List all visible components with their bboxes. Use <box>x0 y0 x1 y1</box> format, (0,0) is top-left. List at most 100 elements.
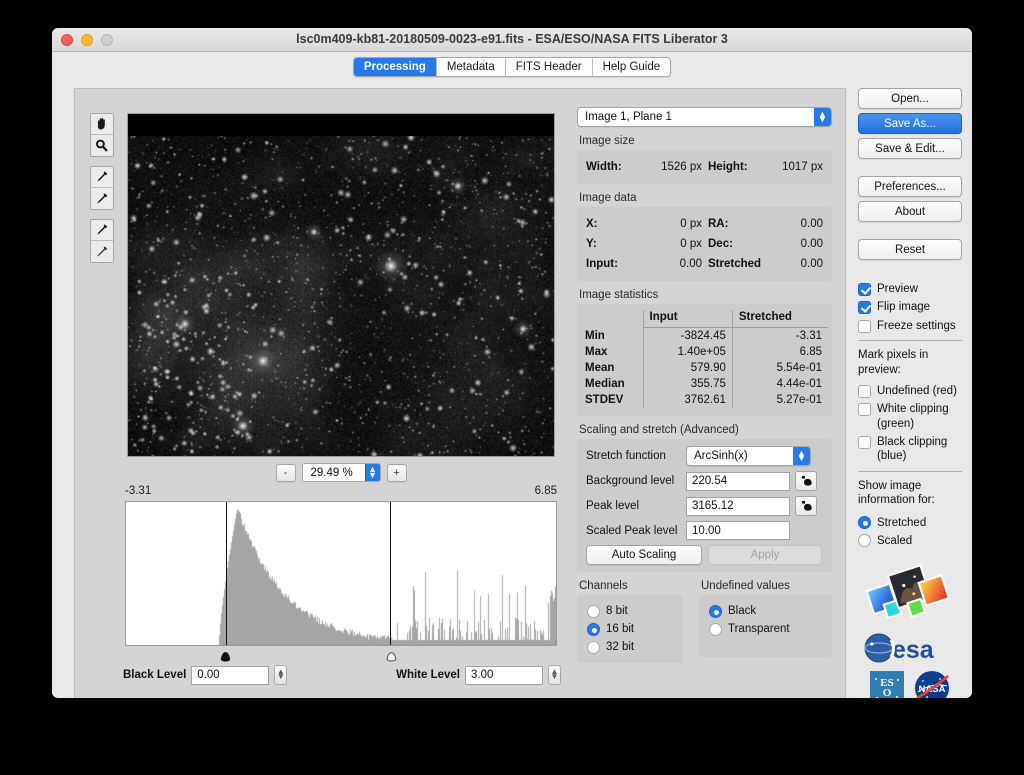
background-level-row: Background level 220.54 <box>586 471 823 491</box>
image-plane-selector[interactable]: Image 1, Plane 1 ▲ ▼ <box>577 107 832 127</box>
black-level-input[interactable]: 0.00 <box>191 665 270 685</box>
white-level-picker-tool-button[interactable] <box>91 241 113 262</box>
image-size-group: Width: 1526 px Height: 1017 px <box>577 150 832 184</box>
zoom-stepper[interactable]: ▲ ▼ <box>364 464 380 481</box>
white-level-marker[interactable] <box>390 502 392 645</box>
undefined-option-transparent[interactable]: Transparent <box>709 620 822 638</box>
channel-option-16bit[interactable]: 16 bit <box>587 620 673 638</box>
preview-checkbox-row[interactable]: Preview <box>858 282 962 296</box>
channel-option-32bit[interactable]: 32 bit <box>587 638 673 656</box>
reset-button[interactable]: Reset <box>858 239 962 260</box>
peak-level-input[interactable]: 3165.12 <box>686 496 790 516</box>
undefined-red-checkbox-row[interactable]: Undefined (red) <box>858 384 962 398</box>
black-level-stepper[interactable]: ▲ ▼ <box>274 665 288 685</box>
dec-label: Dec: <box>708 238 733 250</box>
stat-input-median: 355.75 <box>642 376 733 392</box>
scaling-buttons-row: Auto Scaling Apply <box>586 545 823 565</box>
black-level-handle[interactable] <box>219 649 232 662</box>
x-label: X: <box>586 218 598 230</box>
peak-picker-tool-button[interactable] <box>91 188 113 209</box>
save-as-button[interactable]: Save As... <box>858 113 962 134</box>
desktop-background: lsc0m409-kb81-20180509-0023-e91.fits - E… <box>0 0 1024 775</box>
show-info-stretched-row[interactable]: Stretched <box>858 514 962 532</box>
stretch-function-row: Stretch function ArcSinh(x) ▲ ▼ <box>586 446 823 466</box>
freeze-settings-checkbox-row[interactable]: Freeze settings <box>858 319 962 333</box>
tab-fits-header[interactable]: FITS Header <box>505 58 593 76</box>
peak-level-picker-button[interactable] <box>795 496 817 516</box>
histogram[interactable] <box>125 501 557 646</box>
window-title: lsc0m409-kb81-20180509-0023-e91.fits - E… <box>296 32 728 46</box>
stat-name-min: Min <box>585 329 605 342</box>
svg-text:esa: esa <box>892 636 935 663</box>
eyedropper-icon <box>97 171 108 182</box>
stat-stretched-mean: 5.54e-01 <box>731 360 828 376</box>
background-level-label: Background level <box>586 475 675 487</box>
save-and-edit-button[interactable]: Save & Edit... <box>858 138 962 159</box>
checkbox-icon <box>858 301 871 315</box>
black-level-marker[interactable] <box>225 502 227 645</box>
table-row: Mean 579.90 5.54e-01 <box>581 360 828 376</box>
channel-label-32bit: 32 bit <box>606 641 635 653</box>
background-level-input[interactable]: 220.54 <box>686 471 790 491</box>
chevron-updown-icon: ▲ ▼ <box>793 447 810 465</box>
eyedropper-icon <box>97 224 108 235</box>
undefined-option-black[interactable]: Black <box>709 602 822 620</box>
stat-input-min: -3824.45 <box>642 327 733 344</box>
nasa-logo: NASA <box>915 670 949 698</box>
zoom-field[interactable]: 29.49 % ▲ ▼ <box>301 463 381 482</box>
channel-option-8bit[interactable]: 8 bit <box>587 602 673 620</box>
hand-tool-button[interactable] <box>91 114 113 135</box>
channel-label-8bit: 8 bit <box>606 605 628 617</box>
undefined-red-label: Undefined (red) <box>877 384 957 397</box>
white-clipping-checkbox-row[interactable]: White clipping (green) <box>858 402 962 431</box>
background-level-picker-button[interactable] <box>795 471 817 491</box>
application-window: lsc0m409-kb81-20180509-0023-e91.fits - E… <box>52 28 972 698</box>
peak-level-label: Peak level <box>586 500 640 512</box>
tab-processing[interactable]: Processing <box>353 58 437 76</box>
image-black-border <box>128 114 554 136</box>
scaled-peak-level-input[interactable]: 10.00 <box>686 521 790 540</box>
eyedropper-icon <box>801 476 812 486</box>
zoom-tool-button[interactable] <box>91 135 113 156</box>
zoom-in-button[interactable]: + <box>386 463 407 482</box>
open-button[interactable]: Open... <box>858 88 962 109</box>
show-info-scaled-row[interactable]: Scaled <box>858 532 962 550</box>
image-data-row: Y: 0 px Dec: 0.00 <box>586 234 823 254</box>
image-statistics-title: Image statistics <box>579 289 659 301</box>
stretched-label: Stretched <box>708 258 762 270</box>
radio-icon <box>709 622 722 636</box>
background-picker-tool-button[interactable] <box>91 167 113 188</box>
preferences-button[interactable]: Preferences... <box>858 176 962 197</box>
image-preview[interactable] <box>127 113 555 457</box>
white-level-stepper[interactable]: ▲ ▼ <box>548 665 561 685</box>
fits-liberator-logo <box>865 563 951 619</box>
divider <box>858 470 962 472</box>
zoom-value[interactable]: 29.49 % <box>302 464 365 481</box>
about-button[interactable]: About <box>858 201 962 222</box>
svg-text:O: O <box>883 687 892 699</box>
table-row: Median 355.75 4.44e-01 <box>581 376 828 392</box>
white-level-handle[interactable] <box>385 649 398 662</box>
action-sidebar: Open... Save As... Save & Edit... Prefer… <box>858 88 962 698</box>
stretch-function-select[interactable]: ArcSinh(x) ▲ ▼ <box>686 446 811 466</box>
agency-logo-row: ES O NASA <box>870 670 950 699</box>
undefined-values-title: Undefined values <box>701 580 790 592</box>
eyedropper-icon <box>97 245 108 257</box>
tab-bar: Processing Metadata FITS Header Help Gui… <box>52 52 972 82</box>
zoom-out-button[interactable]: - <box>275 463 296 482</box>
stretch-function-value: ArcSinh(x) <box>694 450 748 462</box>
histogram-range-labels: -3.31 6.85 <box>125 485 557 497</box>
processing-panel: - 29.49 % ▲ ▼ + -3.31 6.85 Black Level 0… <box>74 88 846 698</box>
checkbox-icon <box>858 283 871 296</box>
tab-help-guide[interactable]: Help Guide <box>592 58 671 76</box>
y-value: 0 px <box>680 238 702 250</box>
flip-image-checkbox-row[interactable]: Flip image <box>858 300 962 315</box>
auto-scaling-button[interactable]: Auto Scaling <box>586 545 702 565</box>
black-clipping-checkbox-row[interactable]: Black clipping (blue) <box>858 435 962 464</box>
white-level-input[interactable]: 3.00 <box>465 665 543 685</box>
black-level-picker-tool-button[interactable] <box>91 220 113 241</box>
stat-stretched-median: 4.44e-01 <box>731 376 828 392</box>
checkbox-icon <box>858 319 871 333</box>
tab-metadata[interactable]: Metadata <box>436 58 506 76</box>
